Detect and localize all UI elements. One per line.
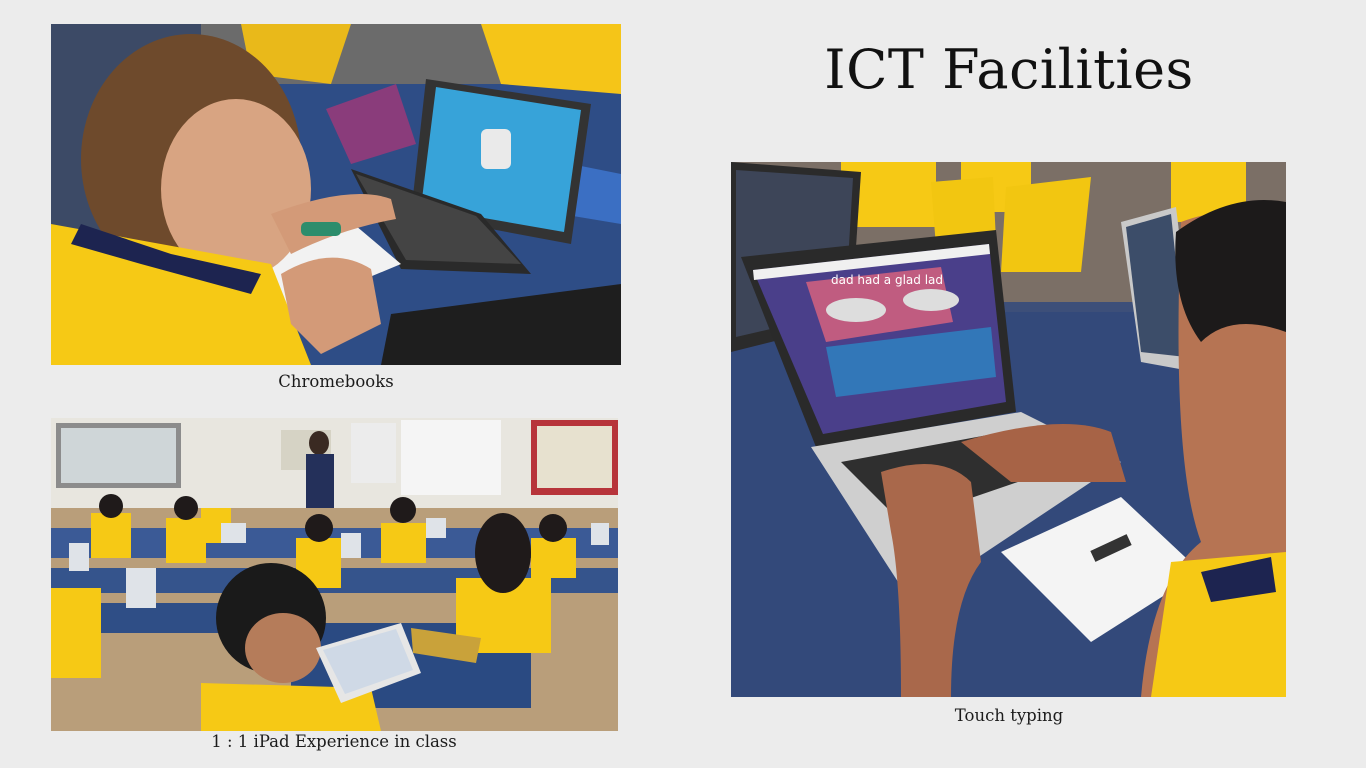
touch-typing-caption: Touch typing: [954, 706, 1064, 725]
touch-typing-photo: dad had a glad lad: [731, 162, 1286, 697]
slide-title: ICT Facilities: [824, 38, 1194, 101]
typing-phrase: dad had a glad lad: [831, 273, 943, 287]
chromebooks-caption: Chromebooks: [278, 372, 394, 391]
ipad-classroom-photo: [51, 418, 618, 731]
ipad-caption: 1 : 1 iPad Experience in class: [211, 732, 457, 751]
chromebooks-photo: [51, 24, 621, 365]
